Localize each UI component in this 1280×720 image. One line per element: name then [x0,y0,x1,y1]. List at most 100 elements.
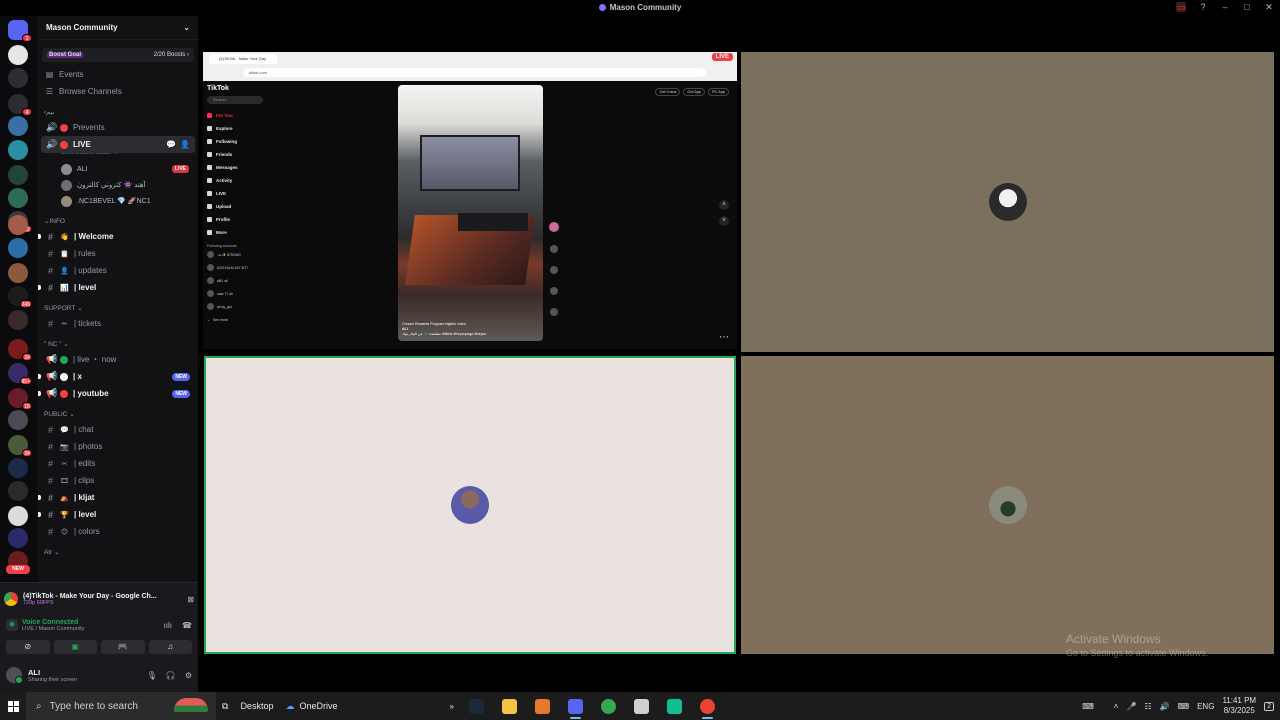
toolbar-overflow-icon[interactable]: » [443,692,459,720]
chevron-up-icon[interactable]: ˄ [1114,702,1119,711]
taskbar-app-steam[interactable] [460,692,493,720]
signal-icon[interactable]: ◉ [6,619,18,631]
server-icon[interactable] [8,45,28,65]
category-group1[interactable]: ‹ نيم [38,105,198,119]
current-user[interactable]: ALI Sharing their screen 🎙 🎧 ⚙ [6,663,192,687]
category-more[interactable]: Atr ⌄ [38,545,198,559]
server-icon[interactable] [8,310,28,330]
category-support[interactable]: SUPPORT ⌄ [38,301,198,315]
server-icon[interactable]: 24 [8,339,32,361]
server-icon[interactable]: 95+ [8,363,32,385]
server-icon[interactable] [8,481,28,501]
close-button[interactable]: ✕ [1264,2,1274,12]
voice-user[interactable]: آهند 👾 كتروني كالترون [41,177,195,193]
taskbar-app-discord[interactable] [559,692,592,720]
volume-icon[interactable]: 🔊 [1160,702,1170,711]
more-options-icon[interactable]: ⋯ [719,332,729,343]
announcement-channel[interactable]: 📢 | youtube NEW [38,385,195,402]
text-channel[interactable]: # 🎞 | clips [41,472,195,489]
server-icon[interactable] [8,238,28,258]
screen-share-tile[interactable]: (4)TikTok - Make Your Day tiktok.com LIV… [203,52,737,349]
voice-user[interactable]: ALI LIVE [41,161,195,177]
keyboard-icon[interactable]: ⌨ [1082,702,1094,711]
participant-tile[interactable] [741,356,1274,654]
server-icon[interactable] [8,506,28,526]
stop-stream-icon[interactable]: ⊠ [187,595,194,604]
notification-icon[interactable]: 2 [1264,701,1274,711]
server-icon[interactable] [8,410,28,430]
network-icon[interactable]: ☷ [1144,702,1151,711]
category-info[interactable]: ⌄ INFO [38,214,198,228]
taskbar-app-app-g[interactable] [658,692,691,720]
task-view-button[interactable]: ⧉ [216,692,234,720]
taskbar-app-chrome[interactable] [592,692,625,720]
voice-channel[interactable]: 🔊 LIVE 💬 👤 [41,136,195,153]
onedrive-toolbar[interactable]: ☁ OneDrive [279,692,343,720]
text-channel[interactable]: # 👋 | Welcome [38,228,195,245]
server-header[interactable]: Mason Community ⌄ [38,16,198,40]
text-channel[interactable]: # 👤 | updates [41,262,195,279]
server-icon[interactable] [8,140,28,160]
screen-share-button[interactable]: ▣ [53,640,97,654]
taskbar-app-explorer[interactable] [493,692,526,720]
text-channel[interactable]: # 📋 | rules [41,245,195,262]
announcement-channel[interactable]: 📢 | live ・ now [41,351,195,368]
participant-tile[interactable] [741,52,1274,352]
disconnect-icon[interactable]: ☎ [182,621,192,630]
inbox-icon[interactable]: ▭ [1176,2,1186,12]
server-icon[interactable] [8,215,28,235]
nav-browse-channels[interactable]: ☰ Browse Channels [38,83,198,100]
taskbar-app-app-a[interactable] [526,692,559,720]
start-button[interactable] [0,692,26,720]
microphone-icon[interactable]: 🎤 [1126,702,1136,711]
voice-channel[interactable]: 🔊 Prevents [41,119,195,136]
clock[interactable]: 11:41 PM 8/3/2025 [1222,696,1256,716]
help-icon[interactable]: ? [1198,2,1208,12]
announcement-channel[interactable]: 📢 | x NEW [38,368,195,385]
server-icon[interactable] [8,263,28,283]
voice-user[interactable]: .NC1BEVEL 💎 🚀NC1 [41,193,195,209]
language-indicator[interactable]: ENG [1197,702,1214,711]
taskbar-app-chrome-2[interactable] [691,692,724,720]
category-public[interactable]: PUBLIC ⌄ [38,407,198,421]
add-user-icon[interactable]: 👤 [180,140,190,149]
maximize-button[interactable]: □ [1242,2,1252,12]
server-icon[interactable] [8,116,28,136]
text-channel[interactable]: # ✂ | edits [41,455,195,472]
server-icon[interactable]: 246 [8,286,32,308]
server-icon[interactable]: 4 [8,94,32,116]
chat-icon[interactable]: 💬 [166,140,176,149]
text-channel[interactable]: # ⛺ | kljat [38,489,195,506]
camera-off-button[interactable]: ⊘ [6,640,50,654]
server-icon[interactable]: 34 [8,435,32,457]
nav-events[interactable]: ▤ Events [38,66,198,83]
text-channel[interactable]: # 📷 | photos [41,438,195,455]
server-icon[interactable]: 15 [8,388,32,410]
text-channel[interactable]: # 😊 | colors [41,523,195,540]
text-channel[interactable]: # 🏆 | level [38,506,195,523]
boost-goal-bar[interactable]: Boost Goal 2/20 Boosts › [42,48,194,62]
stream-preview[interactable]: (4)TikTok - Make Your Day - Google Ch...… [4,587,194,611]
taskbar-app-steelseries[interactable] [625,692,658,720]
microphone-icon[interactable]: 🎙 [147,671,157,680]
server-icon[interactable] [8,528,28,548]
server-icon[interactable] [8,458,28,478]
server-icon[interactable]: 1 [8,20,32,42]
text-channel[interactable]: # 📊 | level [38,279,195,296]
gear-icon[interactable]: ⚙ [185,671,192,680]
server-icon[interactable] [8,188,28,208]
headphones-icon[interactable]: 🎧 [166,671,176,680]
text-channel[interactable]: # 💬 | chat [41,421,195,438]
soundboard-button[interactable]: ♫ [148,640,192,654]
taskbar-search[interactable]: ⌕ Type here to search [26,692,216,720]
desktop-toolbar[interactable]: Desktop [234,692,279,720]
minimize-button[interactable]: – [1220,2,1230,12]
text-channel[interactable]: # ✏ | tickets [41,315,195,332]
server-icon[interactable] [8,68,28,88]
participant-tile-speaking[interactable] [204,356,736,654]
activity-button[interactable]: 🎮 [101,640,145,654]
server-icon[interactable] [8,165,28,185]
keyboard-layout-icon[interactable]: ⌨ [1178,702,1190,711]
category-nc[interactable]: " NC " ⌄ [38,337,198,351]
noise-suppression-icon[interactable]: ıılı [164,621,172,630]
